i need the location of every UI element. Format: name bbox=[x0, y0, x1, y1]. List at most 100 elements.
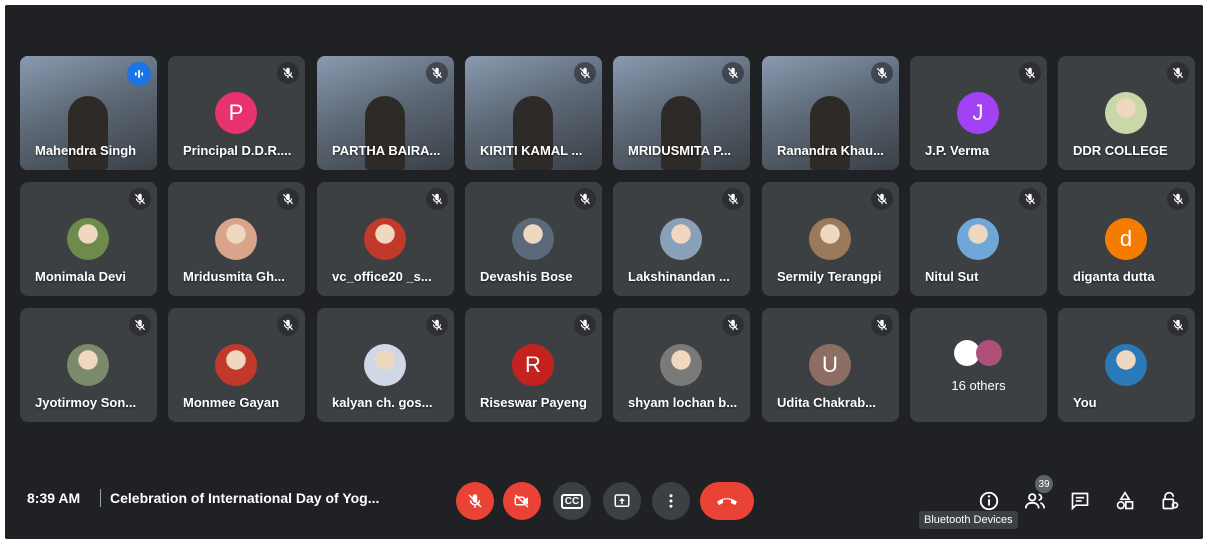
participant-tile[interactable]: Sermily Terangpi bbox=[762, 182, 899, 296]
mic-muted-icon bbox=[722, 62, 744, 84]
mic-muted-icon bbox=[129, 314, 151, 336]
mic-off-icon bbox=[468, 494, 482, 508]
present-icon bbox=[614, 494, 630, 507]
mic-muted-icon bbox=[1167, 188, 1189, 210]
speaking-indicator-icon bbox=[127, 62, 151, 86]
mic-muted-icon bbox=[1167, 62, 1189, 84]
avatar bbox=[364, 344, 406, 386]
participant-tile[interactable]: d diganta dutta bbox=[1058, 182, 1195, 296]
mic-muted-icon bbox=[277, 62, 299, 84]
participant-tile[interactable]: Nitul Sut bbox=[910, 182, 1047, 296]
participant-tile[interactable]: shyam lochan b... bbox=[613, 308, 750, 422]
mic-muted-icon bbox=[426, 314, 448, 336]
camera-off-button[interactable] bbox=[503, 482, 541, 520]
lock-person-icon bbox=[1162, 491, 1179, 510]
chat-button[interactable] bbox=[1068, 489, 1092, 513]
participant-name: Principal D.D.R.... bbox=[183, 143, 292, 158]
avatar bbox=[1105, 92, 1147, 134]
participant-name: Mridusmita Gh... bbox=[183, 269, 285, 284]
mic-muted-icon bbox=[722, 314, 744, 336]
leave-call-button[interactable] bbox=[700, 482, 754, 520]
person-silhouette bbox=[513, 96, 553, 170]
avatar bbox=[976, 340, 1002, 366]
host-controls-button[interactable] bbox=[1158, 489, 1182, 513]
mic-muted-icon bbox=[871, 314, 893, 336]
mic-muted-icon bbox=[574, 314, 596, 336]
divider bbox=[100, 489, 101, 507]
mic-muted-icon bbox=[1167, 314, 1189, 336]
info-icon bbox=[979, 491, 999, 511]
avatar bbox=[215, 344, 257, 386]
person-silhouette bbox=[365, 96, 405, 170]
others-avatars bbox=[954, 340, 1004, 368]
avatar bbox=[512, 218, 554, 260]
avatar bbox=[215, 218, 257, 260]
mic-muted-icon bbox=[574, 62, 596, 84]
participant-tile[interactable]: 16 others bbox=[910, 308, 1047, 422]
participant-name: MRIDUSMITA P... bbox=[628, 143, 732, 158]
participant-tile[interactable]: Mahendra Singh bbox=[20, 56, 157, 170]
avatar bbox=[1105, 344, 1147, 386]
meeting-time: 8:39 AM bbox=[27, 490, 81, 506]
participant-name: Sermily Terangpi bbox=[777, 269, 882, 284]
mic-muted-icon bbox=[574, 188, 596, 210]
mic-muted-icon bbox=[129, 188, 151, 210]
avatar bbox=[809, 218, 851, 260]
participant-tile[interactable]: J J.P. Verma bbox=[910, 56, 1047, 170]
chat-icon bbox=[1071, 492, 1089, 511]
captions-button[interactable]: CC bbox=[553, 482, 591, 520]
meet-window: Mahendra Singh P Principal D.D.R.... PARTHA… bbox=[5, 5, 1203, 539]
phone-hangup-icon bbox=[717, 498, 737, 505]
participant-tile[interactable]: KIRITI KAMAL ... bbox=[465, 56, 602, 170]
participant-tile[interactable]: Jyotirmoy Son... bbox=[20, 308, 157, 422]
avatar bbox=[660, 344, 702, 386]
participant-tile[interactable]: Lakshinandan ... bbox=[613, 182, 750, 296]
participants-count-badge: 39 bbox=[1035, 475, 1053, 493]
avatar: P bbox=[215, 92, 257, 134]
participant-name: Udita Chakrab... bbox=[777, 395, 876, 410]
mic-muted-icon bbox=[277, 314, 299, 336]
participant-name: vc_office20 _s... bbox=[332, 269, 432, 284]
participant-name: shyam lochan b... bbox=[628, 395, 738, 410]
participant-tile[interactable]: R Riseswar Payeng bbox=[465, 308, 602, 422]
camera-off-icon bbox=[514, 494, 529, 508]
participant-tile[interactable]: You bbox=[1058, 308, 1195, 422]
participant-tile[interactable]: Mridusmita Gh... bbox=[168, 182, 305, 296]
participant-tile[interactable]: U Udita Chakrab... bbox=[762, 308, 899, 422]
avatar: R bbox=[512, 344, 554, 386]
meeting-details-button[interactable] bbox=[977, 489, 1001, 513]
participant-tile[interactable]: Monimala Devi bbox=[20, 182, 157, 296]
mic-muted-icon bbox=[1019, 188, 1041, 210]
person-silhouette bbox=[810, 96, 850, 170]
participant-tile[interactable]: P Principal D.D.R.... bbox=[168, 56, 305, 170]
mic-muted-icon bbox=[277, 188, 299, 210]
present-button[interactable] bbox=[603, 482, 641, 520]
meeting-title: Celebration of International Day of Yog.… bbox=[110, 490, 380, 506]
avatar bbox=[67, 344, 109, 386]
participant-tile[interactable]: MRIDUSMITA P... bbox=[613, 56, 750, 170]
participant-tile[interactable]: Ranandra Khau... bbox=[762, 56, 899, 170]
participant-name: Nitul Sut bbox=[925, 269, 979, 284]
avatar: J bbox=[957, 92, 999, 134]
participant-name: Monmee Gayan bbox=[183, 395, 280, 410]
avatar: d bbox=[1105, 218, 1147, 260]
participant-tile[interactable]: Devashis Bose bbox=[465, 182, 602, 296]
avatar bbox=[660, 218, 702, 260]
mic-muted-icon bbox=[1019, 62, 1041, 84]
avatar bbox=[364, 218, 406, 260]
avatar bbox=[67, 218, 109, 260]
mic-muted-icon bbox=[871, 188, 893, 210]
participant-name: diganta dutta bbox=[1073, 269, 1155, 284]
mic-off-button[interactable] bbox=[456, 482, 494, 520]
activities-button[interactable] bbox=[1113, 489, 1137, 513]
participant-tile[interactable]: DDR COLLEGE bbox=[1058, 56, 1195, 170]
more-options-button[interactable] bbox=[652, 482, 690, 520]
shapes-icon bbox=[1116, 491, 1134, 510]
captions-icon: CC bbox=[560, 493, 584, 509]
participant-tile[interactable]: kalyan ch. gos... bbox=[317, 308, 454, 422]
person-silhouette bbox=[661, 96, 701, 170]
participant-tile[interactable]: PARTHA BAIRA... bbox=[317, 56, 454, 170]
participant-name: You bbox=[1073, 395, 1097, 410]
participant-tile[interactable]: vc_office20 _s... bbox=[317, 182, 454, 296]
participant-tile[interactable]: Monmee Gayan bbox=[168, 308, 305, 422]
